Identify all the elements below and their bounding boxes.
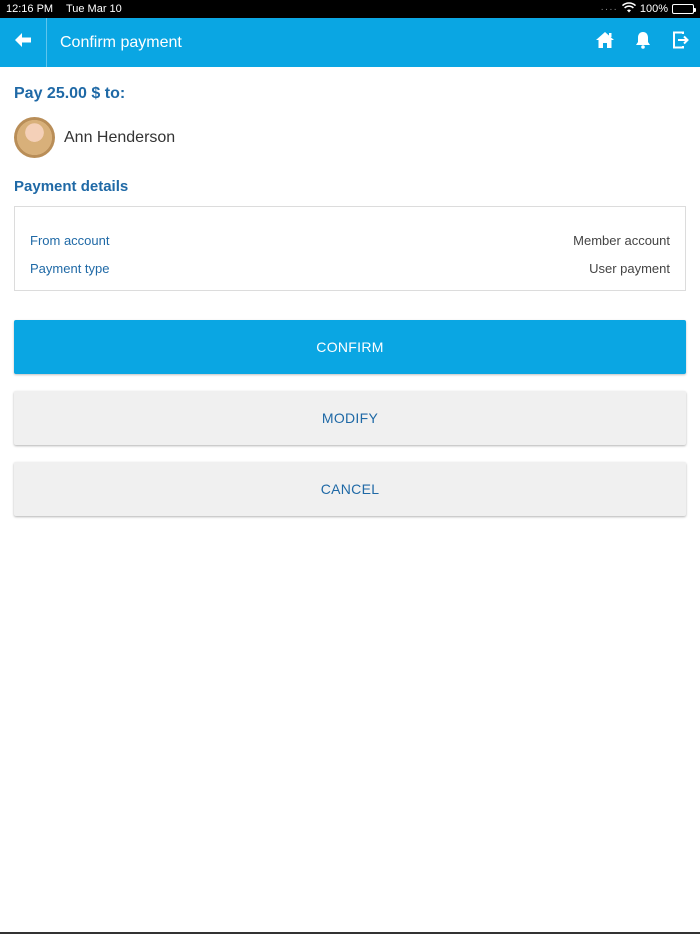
status-left: 12:16 PM Tue Mar 10	[6, 3, 132, 15]
confirm-button[interactable]: CONFIRM	[14, 320, 686, 374]
detail-label: Payment type	[30, 260, 110, 276]
page-title: Confirm payment	[60, 33, 182, 51]
notifications-button[interactable]	[624, 18, 662, 67]
bell-icon	[635, 31, 651, 54]
recipient: Ann Henderson	[14, 117, 175, 158]
back-button[interactable]	[0, 18, 47, 67]
battery-icon	[672, 4, 696, 14]
detail-row-payment-type: Payment type User payment	[30, 254, 670, 282]
app-bar-actions	[586, 18, 700, 67]
recipient-name: Ann Henderson	[64, 128, 176, 146]
home-button[interactable]	[586, 18, 624, 67]
payment-details-title: Payment details	[14, 178, 129, 195]
detail-row-from-account: From account Member account	[30, 226, 670, 254]
cancel-button[interactable]: CANCEL	[14, 462, 686, 516]
modify-button[interactable]: MODIFY	[14, 391, 686, 445]
detail-value: Member account	[573, 232, 670, 248]
avatar	[14, 117, 55, 158]
payment-details-box: From account Member account Payment type…	[14, 206, 686, 291]
app-bar: Confirm payment	[0, 18, 700, 67]
detail-label: From account	[30, 232, 110, 248]
logout-button[interactable]	[662, 18, 700, 67]
status-bar: 12:16 PM Tue Mar 10 ···· 100%	[0, 0, 700, 18]
status-right: ···· 100%	[600, 2, 696, 16]
logout-icon	[672, 31, 690, 54]
arrow-left-icon	[14, 32, 32, 53]
battery-percent: 100%	[639, 3, 668, 15]
detail-value: User payment	[589, 260, 670, 276]
wifi-icon	[621, 2, 636, 16]
home-icon	[595, 31, 615, 54]
signal-icon: ····	[600, 3, 618, 15]
status-time: 12:16 PM	[6, 3, 54, 15]
status-date: Tue Mar 10	[65, 3, 122, 15]
payment-heading: Pay 25.00 $ to:	[14, 85, 126, 102]
